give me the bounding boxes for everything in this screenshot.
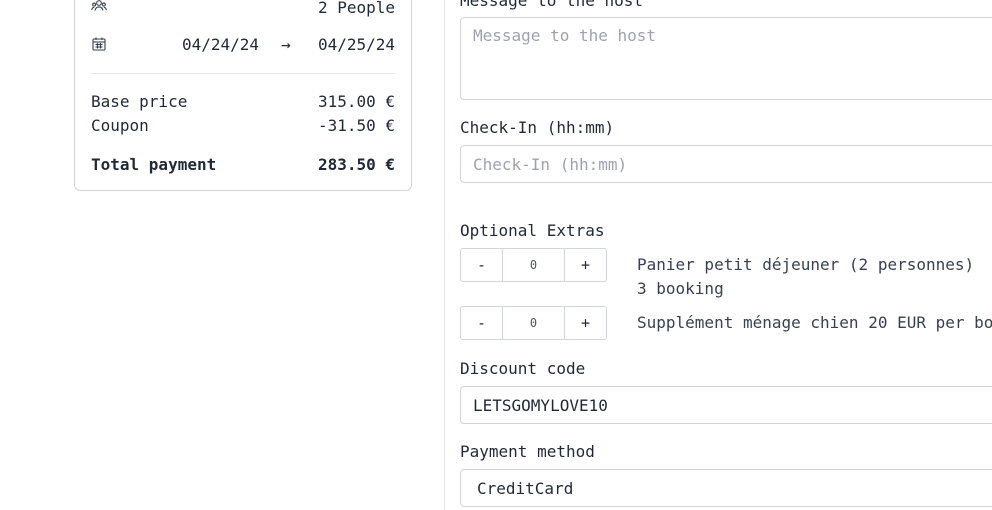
guests-row: 2 People <box>91 0 395 17</box>
total-payment-row: Total payment 283.50 € <box>91 153 395 175</box>
message-textarea[interactable] <box>460 17 992 100</box>
checkout-date: 04/25/24 <box>317 34 395 54</box>
booking-summary-card: 2 People 04/24/24 → 04/25/24 Base price … <box>74 0 412 191</box>
discount-code-label: Discount code <box>460 359 586 378</box>
arrow-right-icon: → <box>281 34 291 54</box>
checkin-date: 04/24/24 <box>182 34 260 54</box>
increment-button[interactable]: + <box>565 307 606 339</box>
column-divider <box>444 0 445 510</box>
quantity-value[interactable]: 0 <box>502 249 565 281</box>
coupon-label: Coupon <box>91 115 149 135</box>
calendar-icon <box>91 36 107 52</box>
base-price-value: 315.00 € <box>317 91 395 111</box>
payment-method-value: CreditCard <box>477 478 574 498</box>
coupon-value: -31.50 € <box>317 115 395 135</box>
discount-code-input[interactable] <box>460 386 992 424</box>
base-price-label: Base price <box>91 91 188 111</box>
booking-page: 2 People 04/24/24 → 04/25/24 Base price … <box>0 0 992 510</box>
message-label: Message to the host <box>460 0 644 10</box>
extra-breakfast-text: Panier petit déjeuner (2 personnes) 3 bo… <box>637 255 975 298</box>
extra-dog-cleaning-text: Supplément ménage chien 20 EUR per bo <box>637 313 992 332</box>
total-payment-label: Total payment <box>91 154 217 174</box>
total-payment-value: 283.50 € <box>317 154 395 174</box>
checkin-label: Check-In (hh:mm) <box>460 118 615 137</box>
optional-extras-label: Optional Extras <box>460 221 605 240</box>
coupon-row: Coupon -31.50 € <box>91 114 395 136</box>
users-icon <box>91 0 107 15</box>
summary-divider <box>91 73 395 74</box>
checkin-time-input[interactable] <box>460 145 992 183</box>
extra-stepper-dog-cleaning: - 0 + <box>460 306 607 340</box>
payment-method-label: Payment method <box>460 442 595 461</box>
decrement-button[interactable]: - <box>461 307 502 339</box>
extra-stepper-breakfast: - 0 + <box>460 248 607 282</box>
dates-row: 04/24/24 → 04/25/24 <box>91 34 395 54</box>
guests-count: 2 People <box>317 0 395 17</box>
decrement-button[interactable]: - <box>461 249 502 281</box>
base-price-row: Base price 315.00 € <box>91 90 395 112</box>
quantity-value[interactable]: 0 <box>502 307 565 339</box>
increment-button[interactable]: + <box>565 249 606 281</box>
payment-method-select[interactable]: CreditCard <box>460 469 992 507</box>
